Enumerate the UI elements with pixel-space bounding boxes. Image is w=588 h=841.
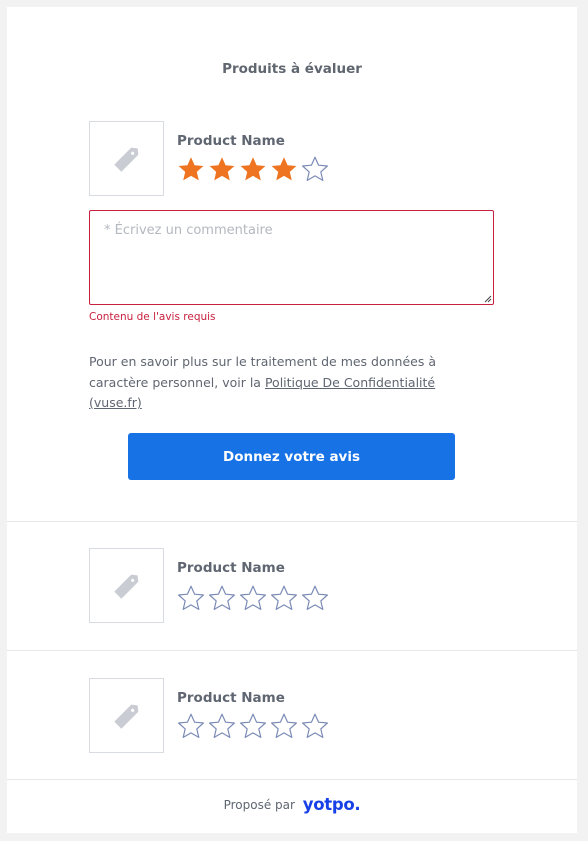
product-name: Product Name: [177, 560, 285, 576]
review-card: Produits à évaluer Product Name Contenu …: [7, 7, 577, 833]
product-image: [89, 678, 164, 753]
divider: [7, 650, 577, 651]
divider: [7, 521, 577, 522]
submit-review-button[interactable]: Donnez votre avis: [128, 433, 455, 480]
star-rating[interactable]: [176, 584, 331, 611]
tag-icon: [114, 704, 139, 729]
star-empty-icon[interactable]: [300, 155, 331, 182]
star-empty-icon[interactable]: [269, 584, 300, 611]
tag-icon: [114, 147, 139, 172]
star-filled-icon[interactable]: [238, 155, 269, 182]
star-rating[interactable]: [176, 155, 331, 182]
product-image: [89, 121, 164, 196]
product-image: [89, 548, 164, 623]
powered-by-footer: Proposé par yotpo.: [7, 795, 577, 814]
resize-handle-icon[interactable]: [484, 295, 492, 303]
star-empty-icon[interactable]: [238, 584, 269, 611]
star-filled-icon[interactable]: [269, 155, 300, 182]
divider: [7, 779, 577, 780]
product-name: Product Name: [177, 690, 285, 706]
star-empty-icon[interactable]: [176, 584, 207, 611]
star-rating[interactable]: [176, 712, 331, 739]
star-empty-icon[interactable]: [176, 712, 207, 739]
star-filled-icon[interactable]: [207, 155, 238, 182]
yotpo-logo[interactable]: yotpo.: [303, 795, 361, 814]
star-empty-icon[interactable]: [300, 712, 331, 739]
review-comment-input[interactable]: [89, 210, 494, 305]
star-empty-icon[interactable]: [238, 712, 269, 739]
star-filled-icon[interactable]: [176, 155, 207, 182]
star-empty-icon[interactable]: [269, 712, 300, 739]
page-title: Produits à évaluer: [222, 61, 362, 77]
powered-by-label: Proposé par: [223, 798, 295, 812]
tag-icon: [114, 574, 139, 599]
product-name: Product Name: [177, 133, 285, 149]
privacy-notice: Pour en savoir plus sur le traitement de…: [89, 352, 469, 414]
star-empty-icon[interactable]: [207, 712, 238, 739]
star-empty-icon[interactable]: [300, 584, 331, 611]
star-empty-icon[interactable]: [207, 584, 238, 611]
review-error-message: Contenu de l'avis requis: [89, 311, 216, 323]
